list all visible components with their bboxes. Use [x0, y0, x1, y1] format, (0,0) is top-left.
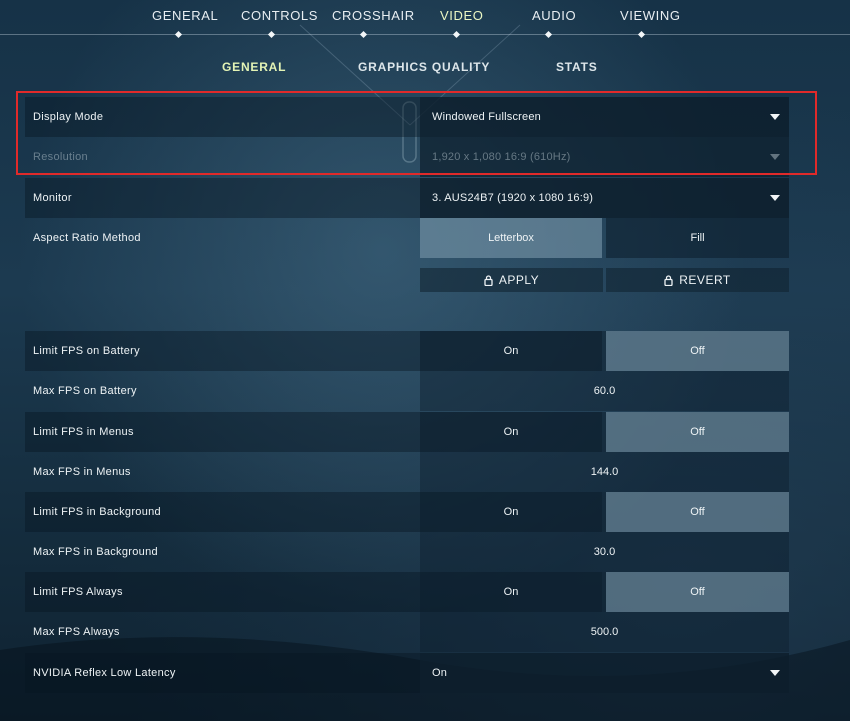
on-option[interactable]: On	[420, 331, 602, 371]
setting-row-max-fps-always: Max FPS Always 500.0	[25, 612, 789, 652]
max-fps-battery-input[interactable]: 60.0	[420, 371, 789, 411]
subtab-general[interactable]: GENERAL	[222, 60, 286, 74]
on-option[interactable]: On	[420, 412, 602, 452]
tab-crosshair[interactable]: CROSSHAIR	[332, 8, 415, 23]
setting-row-limit-fps-always: Limit FPS Always On Off	[25, 572, 789, 612]
setting-row-max-fps-battery: Max FPS on Battery 60.0	[25, 371, 789, 411]
setting-row-display-mode: Display Mode Windowed Fullscreen	[25, 97, 789, 137]
setting-label: Display Mode	[33, 111, 104, 123]
dropdown-value: 1,920 x 1,080 16:9 (610Hz)	[432, 151, 571, 163]
revert-button[interactable]: REVERT	[606, 268, 789, 292]
setting-label: Max FPS in Menus	[33, 466, 131, 478]
setting-label: Aspect Ratio Method	[33, 232, 141, 244]
caret-down-icon	[770, 670, 780, 676]
off-option[interactable]: Off	[606, 492, 789, 532]
tab-marker-icon	[637, 30, 646, 39]
tab-marker-icon	[544, 30, 553, 39]
setting-label: Limit FPS in Background	[33, 506, 161, 518]
setting-label: Resolution	[33, 151, 88, 163]
on-option[interactable]: On	[420, 572, 602, 612]
apply-button[interactable]: APPLY	[420, 268, 603, 292]
nav-divider	[0, 34, 850, 35]
resolution-dropdown[interactable]: 1,920 x 1,080 16:9 (610Hz)	[420, 137, 789, 177]
apply-label: APPLY	[498, 273, 540, 287]
letterbox-option[interactable]: Letterbox	[420, 218, 602, 258]
setting-label: NVIDIA Reflex Low Latency	[33, 667, 176, 679]
lock-icon	[664, 275, 673, 287]
setting-row-max-fps-background: Max FPS in Background 30.0	[25, 532, 789, 572]
caret-down-icon	[770, 195, 780, 201]
setting-row-monitor: Monitor 3. AUS24B7 (1920 x 1080 16:9)	[25, 178, 789, 218]
setting-row-limit-fps-battery: Limit FPS on Battery On Off	[25, 331, 789, 371]
setting-row-aspect-ratio: Aspect Ratio Method Letterbox Fill	[25, 218, 789, 258]
display-mode-dropdown[interactable]: Windowed Fullscreen	[420, 97, 789, 137]
dropdown-value: 3. AUS24B7 (1920 x 1080 16:9)	[432, 192, 594, 204]
tab-marker-icon	[267, 30, 276, 39]
tab-controls[interactable]: CONTROLS	[241, 8, 318, 23]
setting-label: Max FPS Always	[33, 626, 120, 638]
off-option[interactable]: Off	[606, 331, 789, 371]
lock-icon	[484, 275, 493, 287]
tab-marker-icon	[174, 30, 183, 39]
subtab-stats[interactable]: STATS	[556, 60, 598, 74]
dropdown-value: On	[432, 667, 448, 679]
nvidia-reflex-dropdown[interactable]: On	[420, 653, 789, 693]
max-fps-always-input[interactable]: 500.0	[420, 612, 789, 652]
setting-label: Max FPS on Battery	[33, 385, 137, 397]
setting-label: Limit FPS in Menus	[33, 426, 134, 438]
tab-video[interactable]: VIDEO	[440, 8, 483, 23]
caret-down-icon	[770, 114, 780, 120]
setting-label: Monitor	[33, 192, 72, 204]
tab-viewing[interactable]: VIEWING	[620, 8, 681, 23]
setting-row-limit-fps-menus: Limit FPS in Menus On Off	[25, 412, 789, 452]
revert-label: REVERT	[679, 273, 731, 287]
tab-general[interactable]: GENERAL	[152, 8, 218, 23]
tab-audio[interactable]: AUDIO	[532, 8, 576, 23]
fill-option[interactable]: Fill	[606, 218, 789, 258]
setting-label: Limit FPS Always	[33, 586, 123, 598]
setting-row-nvidia-reflex: NVIDIA Reflex Low Latency On	[25, 653, 789, 693]
max-fps-menus-input[interactable]: 144.0	[420, 452, 789, 492]
monitor-dropdown[interactable]: 3. AUS24B7 (1920 x 1080 16:9)	[420, 178, 789, 218]
on-option[interactable]: On	[420, 492, 602, 532]
setting-label: Limit FPS on Battery	[33, 345, 140, 357]
max-fps-background-input[interactable]: 30.0	[420, 532, 789, 572]
tab-marker-icon	[359, 30, 368, 39]
top-nav: GENERAL CONTROLS CROSSHAIR VIDEO AUDIO V…	[0, 0, 850, 39]
setting-row-max-fps-menus: Max FPS in Menus 144.0	[25, 452, 789, 492]
tab-marker-icon	[452, 30, 461, 39]
setting-label: Max FPS in Background	[33, 546, 158, 558]
off-option[interactable]: Off	[606, 412, 789, 452]
apply-revert-bar: APPLY REVERT	[420, 268, 789, 292]
subtab-graphics-quality[interactable]: GRAPHICS QUALITY	[358, 60, 490, 74]
dropdown-value: Windowed Fullscreen	[432, 111, 541, 123]
caret-down-icon	[770, 154, 780, 160]
setting-row-resolution: Resolution 1,920 x 1,080 16:9 (610Hz)	[25, 137, 789, 177]
off-option[interactable]: Off	[606, 572, 789, 612]
setting-row-limit-fps-background: Limit FPS in Background On Off	[25, 492, 789, 532]
